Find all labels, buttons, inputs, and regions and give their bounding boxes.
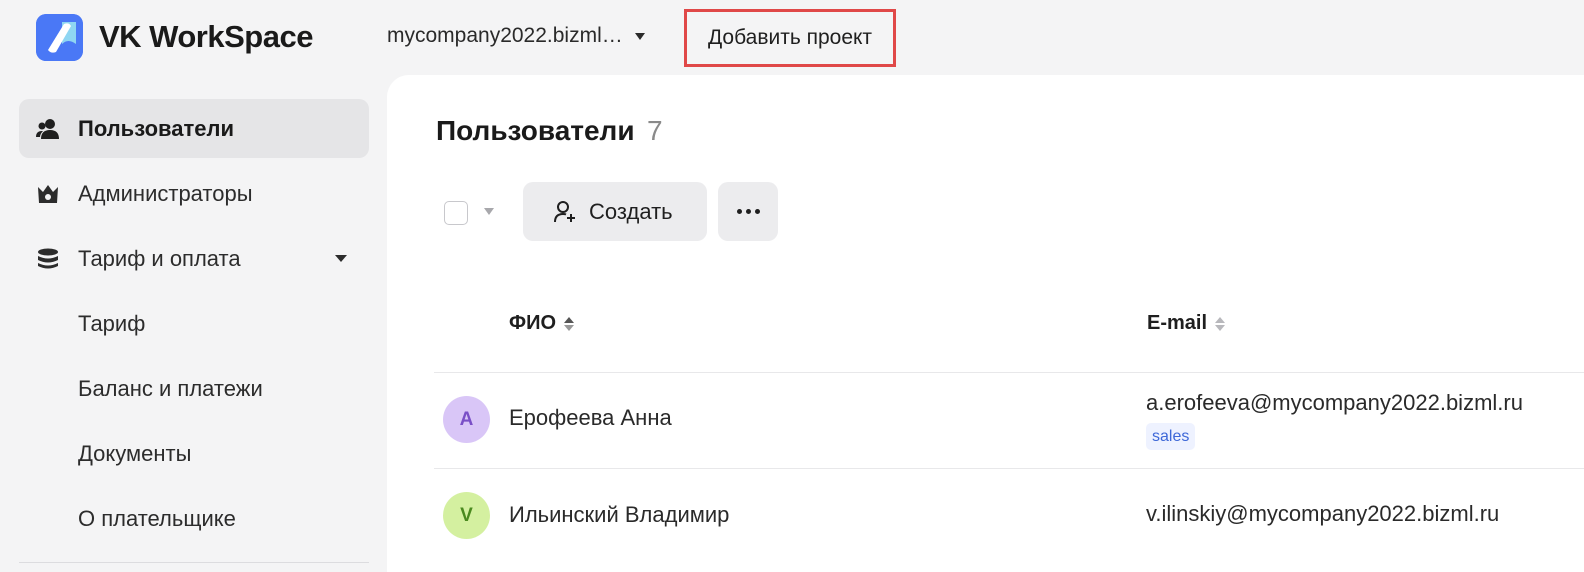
sidebar-item-tariff-billing[interactable]: Тариф и оплата bbox=[19, 229, 369, 288]
create-label: Создать bbox=[589, 198, 673, 224]
sort-icon bbox=[564, 316, 575, 331]
company-name: mycompany2022.bizml… bbox=[387, 24, 623, 47]
sidebar-item-label: Баланс и платежи bbox=[78, 375, 263, 401]
sidebar-item-label: Администраторы bbox=[78, 180, 253, 206]
company-selector[interactable]: mycompany2022.bizml… bbox=[387, 20, 645, 52]
sidebar-divider bbox=[19, 562, 369, 563]
database-icon bbox=[36, 247, 60, 271]
sidebar-item-admins[interactable]: Администраторы bbox=[19, 164, 369, 223]
user-name: Ерофеева Анна bbox=[509, 405, 672, 430]
column-header-name[interactable]: ФИО bbox=[509, 312, 575, 335]
vk-workspace-logo-icon bbox=[36, 13, 83, 61]
chevron-down-icon[interactable] bbox=[484, 208, 494, 215]
sidebar-item-tariff[interactable]: Тариф bbox=[19, 294, 369, 353]
chevron-down-icon bbox=[634, 32, 645, 40]
add-project-label: Добавить проект bbox=[707, 26, 873, 49]
table-row[interactable]: V Ильинский Владимир v.ilinskiy@mycompan… bbox=[434, 468, 1584, 564]
users-icon bbox=[36, 117, 60, 141]
sidebar-item-label: Тариф и оплата bbox=[78, 245, 241, 271]
column-header-email[interactable]: E-mail bbox=[1147, 312, 1226, 335]
page-title: Пользователи bbox=[436, 115, 635, 146]
crown-icon bbox=[36, 182, 60, 206]
sidebar-item-documents[interactable]: Документы bbox=[19, 424, 369, 483]
app-logo[interactable]: VK WorkSpace bbox=[36, 13, 313, 61]
avatar: А bbox=[443, 396, 490, 443]
sidebar-item-payer[interactable]: О плательщике bbox=[19, 489, 369, 548]
sidebar-item-label: Пользователи bbox=[78, 115, 235, 141]
avatar: V bbox=[443, 492, 490, 539]
user-email: a.erofeeva@mycompany2022.bizml.ru bbox=[1146, 390, 1523, 415]
sidebar-item-label: Документы bbox=[78, 440, 192, 466]
user-name: Ильинский Владимир bbox=[509, 502, 730, 527]
column-label: ФИО bbox=[509, 312, 557, 334]
add-project-button[interactable]: Добавить проект bbox=[684, 9, 896, 67]
table-row[interactable]: А Ерофеева Анна a.erofeeva@mycompany2022… bbox=[434, 372, 1584, 468]
main-panel: Пользователи 7 Создать ФИО E-mail А Ероф… bbox=[387, 75, 1584, 572]
create-user-button[interactable]: Создать bbox=[523, 182, 707, 241]
column-label: E-mail bbox=[1147, 312, 1208, 334]
app-name: VK WorkSpace bbox=[99, 19, 313, 54]
more-dots-icon bbox=[754, 209, 760, 214]
sidebar-item-users[interactable]: Пользователи bbox=[19, 99, 369, 158]
add-user-icon bbox=[553, 200, 577, 224]
user-email: v.ilinskiy@mycompany2022.bizml.ru bbox=[1146, 501, 1500, 526]
more-dots-icon bbox=[736, 209, 742, 214]
more-actions-button[interactable] bbox=[718, 182, 778, 241]
more-dots-icon bbox=[745, 209, 751, 214]
avatar-initial: А bbox=[459, 408, 474, 430]
sidebar-item-label: О плательщике bbox=[78, 505, 236, 531]
sort-icon bbox=[1215, 316, 1226, 331]
avatar-initial: V bbox=[460, 504, 473, 526]
user-count: 7 bbox=[647, 115, 663, 146]
sidebar-item-label: Тариф bbox=[78, 310, 146, 336]
chevron-down-icon bbox=[335, 255, 347, 262]
group-tag: sales bbox=[1146, 423, 1196, 450]
sidebar-item-balance[interactable]: Баланс и платежи bbox=[19, 359, 369, 418]
select-all-checkbox[interactable] bbox=[444, 201, 468, 225]
